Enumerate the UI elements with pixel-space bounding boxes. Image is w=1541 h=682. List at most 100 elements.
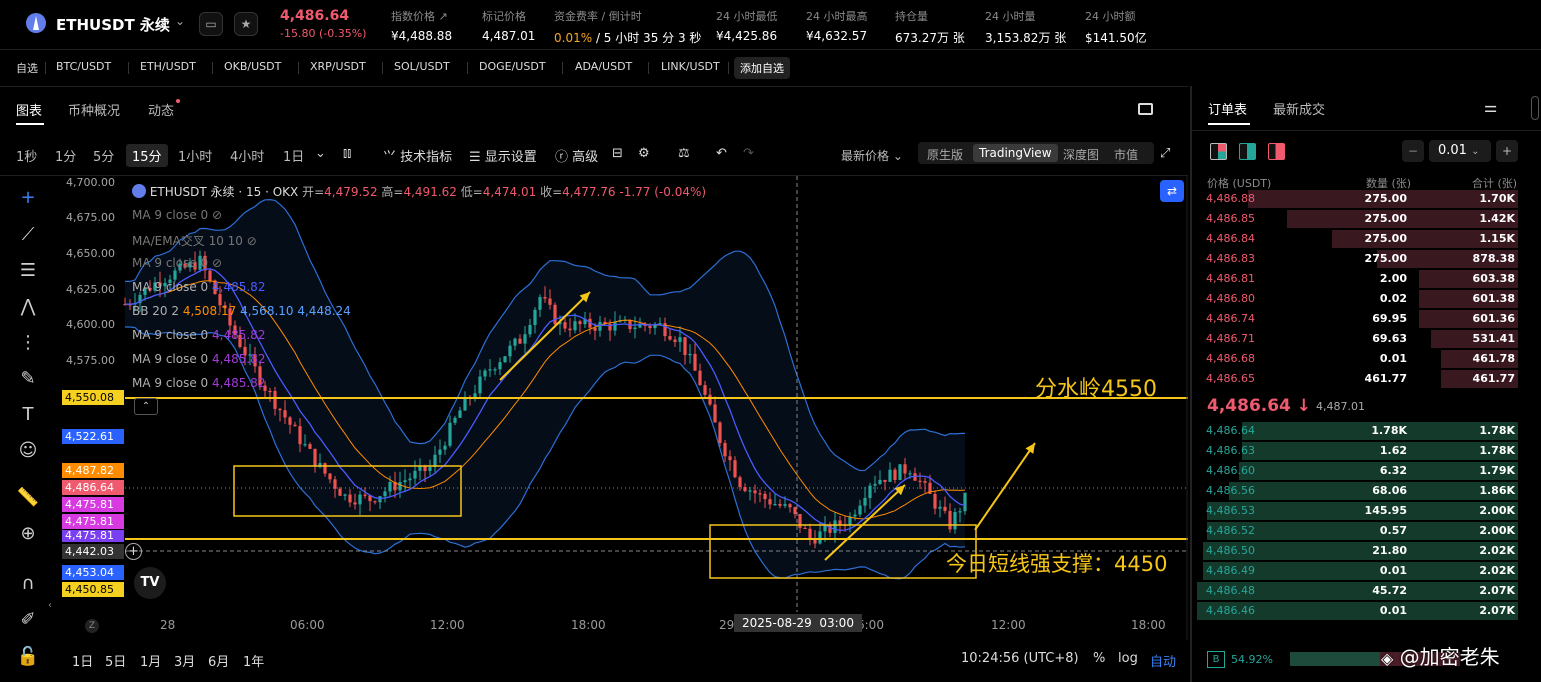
ask-row[interactable]: 4,486.74 69.95 601.36 (1197, 309, 1518, 329)
candle (518, 338, 522, 344)
eye-off-icon[interactable]: ⊘ (247, 234, 257, 248)
bid-row[interactable]: 4,486.52 0.57 2.00K (1197, 521, 1518, 541)
bid-row[interactable]: 4,486.60 6.32 1.79K (1197, 461, 1518, 481)
candle (268, 390, 272, 393)
candle (708, 394, 712, 405)
ask-row[interactable]: 4,486.68 0.01 461.78 (1197, 349, 1518, 369)
candle (453, 417, 457, 423)
candle (508, 345, 512, 357)
chevron-up-icon[interactable]: ⌃ (134, 398, 158, 415)
ask-row[interactable]: 4,486.81 2.00 603.38 (1197, 269, 1518, 289)
row-qty: 275.00 (1364, 212, 1407, 225)
minus-icon[interactable]: − (1402, 140, 1424, 162)
candle (823, 525, 827, 532)
indicator-legend-row[interactable]: BB 20 2 4,508.17 4,568.10 4,448.24 (132, 304, 351, 318)
row-qty: 0.02 (1379, 292, 1407, 305)
ask-row[interactable]: 4,486.65 461.77 461.77 (1197, 369, 1518, 389)
tab-trades[interactable]: 最新成交 (1273, 99, 1325, 118)
filter-settings-icon[interactable]: ⚌ (1484, 98, 1497, 116)
candle (208, 270, 212, 281)
price-tag: 4,522.61 (62, 429, 124, 444)
plus-icon[interactable]: + (1496, 140, 1518, 162)
candle (958, 511, 962, 513)
candle (433, 454, 437, 468)
bid-row[interactable]: 4,486.53 145.95 2.00K (1197, 501, 1518, 521)
indicator-legend-row[interactable]: MA 9 close 0 4,485.82 (132, 352, 265, 366)
bid-row[interactable]: 4,486.50 21.80 2.02K (1197, 541, 1518, 561)
indicator-legend-row[interactable]: MA 9 close 0 4,485.82 (132, 376, 265, 390)
ask-row[interactable]: 4,486.88 275.00 1.70K (1197, 189, 1518, 209)
indicator-legend-row[interactable]: MA 9 close 0 ⊘ (132, 256, 222, 270)
row-price: 4,486.80 (1206, 292, 1255, 305)
ask-row[interactable]: 4,486.80 0.02 601.38 (1197, 289, 1518, 309)
bid-row[interactable]: 4,486.64 1.78K 1.78K (1197, 421, 1518, 441)
range-3m[interactable]: 3月 (174, 651, 195, 670)
bid-row[interactable]: 4,486.46 0.01 2.07K (1197, 601, 1518, 621)
scroll-handle[interactable] (1531, 96, 1539, 120)
log-scale-button[interactable]: log (1118, 651, 1138, 666)
layout-bids-icon[interactable] (1239, 143, 1256, 160)
candle (763, 493, 767, 500)
candle (403, 480, 407, 483)
tab-orderbook[interactable]: 订单表 (1208, 99, 1247, 118)
range-6m[interactable]: 6月 (208, 651, 229, 670)
row-total: 1.70K (1479, 192, 1515, 205)
eye-off-icon[interactable]: ⊘ (212, 208, 222, 222)
row-price: 4,486.64 (1206, 424, 1255, 437)
tick-size-select[interactable]: 0.01 ⌄ (1429, 140, 1491, 162)
row-price: 4,486.50 (1206, 544, 1255, 557)
candle (498, 362, 502, 370)
bid-row[interactable]: 4,486.63 1.62 1.78K (1197, 441, 1518, 461)
price-tag: 4,475.81 (62, 497, 124, 512)
candle (853, 514, 857, 517)
layout-asks-icon[interactable] (1268, 143, 1285, 160)
timezone-icon[interactable]: Z (85, 619, 99, 633)
eye-off-icon[interactable]: ⊘ (212, 256, 222, 270)
range-1m[interactable]: 1月 (140, 651, 161, 670)
ask-row[interactable]: 4,486.85 275.00 1.42K (1197, 209, 1518, 229)
indicator-legend-row[interactable]: MA 9 close 0 4,485.82 (132, 280, 265, 294)
row-total: 1.78K (1479, 444, 1515, 457)
sync-icon[interactable]: ⇄ (1160, 180, 1184, 202)
bid-row[interactable]: 4,486.56 68.06 1.86K (1197, 481, 1518, 501)
candle (938, 506, 942, 509)
percent-scale-button[interactable]: % (1093, 651, 1105, 666)
candle (563, 322, 567, 329)
layout-both-icon[interactable] (1210, 143, 1227, 160)
indicator-legend-row[interactable]: MA 9 close 0 ⊘ (132, 208, 222, 222)
tradingview-logo[interactable]: TV (134, 567, 166, 599)
candle (283, 410, 287, 418)
candle (798, 513, 802, 528)
ask-row[interactable]: 4,486.84 275.00 1.15K (1197, 229, 1518, 249)
ask-row[interactable]: 4,486.83 275.00 878.38 (1197, 249, 1518, 269)
candle (273, 390, 277, 409)
candle (348, 494, 352, 503)
row-total: 531.41 (1472, 332, 1515, 345)
range-5d[interactable]: 5日 (105, 651, 126, 670)
indicator-legend-row[interactable]: MA/EMA交叉 10 10 ⊘ (132, 232, 257, 249)
row-qty: 6.32 (1379, 464, 1407, 477)
indicator-legend-row[interactable]: MA 9 close 0 4,485.82 (132, 328, 265, 342)
candle (803, 527, 807, 530)
row-price: 4,486.65 (1206, 372, 1255, 385)
bid-row[interactable]: 4,486.49 0.01 2.02K (1197, 561, 1518, 581)
candle (278, 408, 282, 411)
candle (533, 309, 537, 325)
ask-row[interactable]: 4,486.71 69.63 531.41 (1197, 329, 1518, 349)
y-tick: 4,675.00 (66, 211, 115, 224)
row-total: 601.36 (1472, 312, 1515, 325)
candle (488, 369, 492, 371)
range-1y[interactable]: 1年 (243, 651, 264, 670)
candle (543, 297, 547, 299)
bid-row[interactable]: 4,486.48 45.72 2.07K (1197, 581, 1518, 601)
candle (343, 494, 347, 496)
add-alert-icon[interactable]: + (125, 543, 142, 560)
range-1d[interactable]: 1日 (72, 651, 93, 670)
auto-scale-button[interactable]: 自动 (1150, 651, 1176, 670)
candle (443, 445, 447, 450)
candle (613, 321, 617, 331)
candle (448, 422, 452, 446)
row-qty: 145.95 (1364, 504, 1407, 517)
candle (523, 334, 527, 344)
price-tag: 4,475.81 (62, 514, 124, 529)
